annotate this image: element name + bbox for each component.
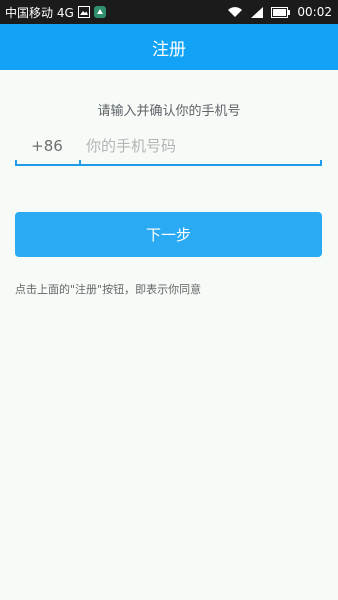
phone-input-row: +86 — [15, 125, 322, 167]
status-bar: 中国移动 4G 00:02 — [0, 0, 338, 24]
input-underline — [15, 164, 322, 166]
country-code-selector[interactable]: +86 — [15, 126, 79, 166]
underline-tick-middle — [79, 160, 81, 166]
next-button[interactable]: 下一步 — [15, 212, 322, 257]
wifi-icon — [227, 6, 243, 18]
underline-tick-right — [320, 160, 322, 166]
terms-notice: 点击上面的"注册"按钮，即表示你同意 — [15, 283, 202, 296]
signal-4g-icon — [249, 6, 265, 18]
gallery-icon — [77, 6, 90, 18]
app-notification-icon — [93, 6, 106, 18]
underline-tick-left — [15, 160, 17, 166]
clock: 00:02 — [297, 5, 332, 19]
phone-number-input[interactable] — [80, 125, 322, 167]
page-title: 注册 — [152, 39, 186, 60]
carrier-label: 中国移动 4G — [5, 5, 74, 20]
phone-prompt: 请输入并确认你的手机号 — [97, 104, 241, 119]
battery-icon — [271, 6, 291, 18]
app-bar: 注册 — [0, 24, 338, 70]
